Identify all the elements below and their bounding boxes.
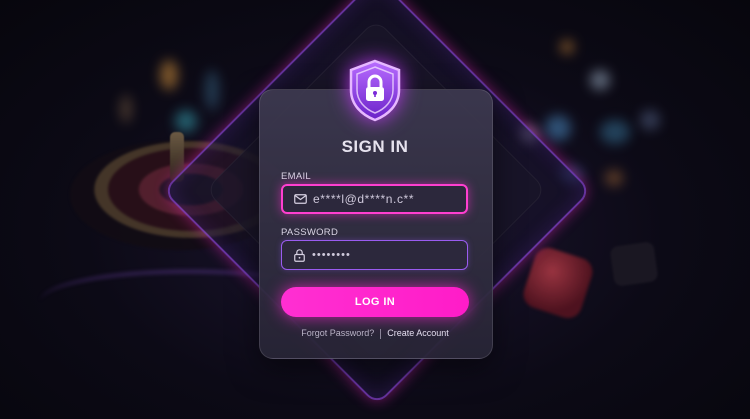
bokeh-light (175, 110, 197, 132)
bokeh-light (545, 115, 571, 141)
link-divider (380, 328, 382, 339)
password-label: PASSWORD (281, 227, 339, 238)
bokeh-light (560, 40, 574, 54)
email-value: e****l@d****n.c** (313, 192, 415, 206)
create-account-link[interactable]: Create Account (387, 328, 449, 338)
account-links: Forgot Password? Create Account (259, 328, 491, 339)
lock-icon (286, 248, 312, 262)
bokeh-light (640, 110, 660, 130)
bokeh-light (205, 70, 219, 110)
page-title: SIGN IN (341, 137, 409, 156)
bokeh-light (160, 60, 178, 90)
email-field[interactable]: e****l@d****n.c** (281, 184, 468, 214)
bokeh-light (590, 70, 610, 90)
dark-dice (609, 241, 659, 287)
bokeh-light (605, 170, 623, 186)
red-dice (519, 244, 597, 322)
password-value: •••••••• (312, 249, 351, 261)
shield-lock-icon (345, 58, 405, 122)
bokeh-light (120, 95, 132, 123)
login-card (259, 89, 493, 359)
mail-icon (287, 194, 313, 204)
forgot-password-link[interactable]: Forgot Password? (301, 328, 374, 338)
login-button[interactable]: LOG IN (281, 287, 469, 317)
password-field[interactable]: •••••••• (281, 240, 468, 270)
email-label: EMAIL (281, 171, 312, 182)
bokeh-light (600, 120, 630, 144)
